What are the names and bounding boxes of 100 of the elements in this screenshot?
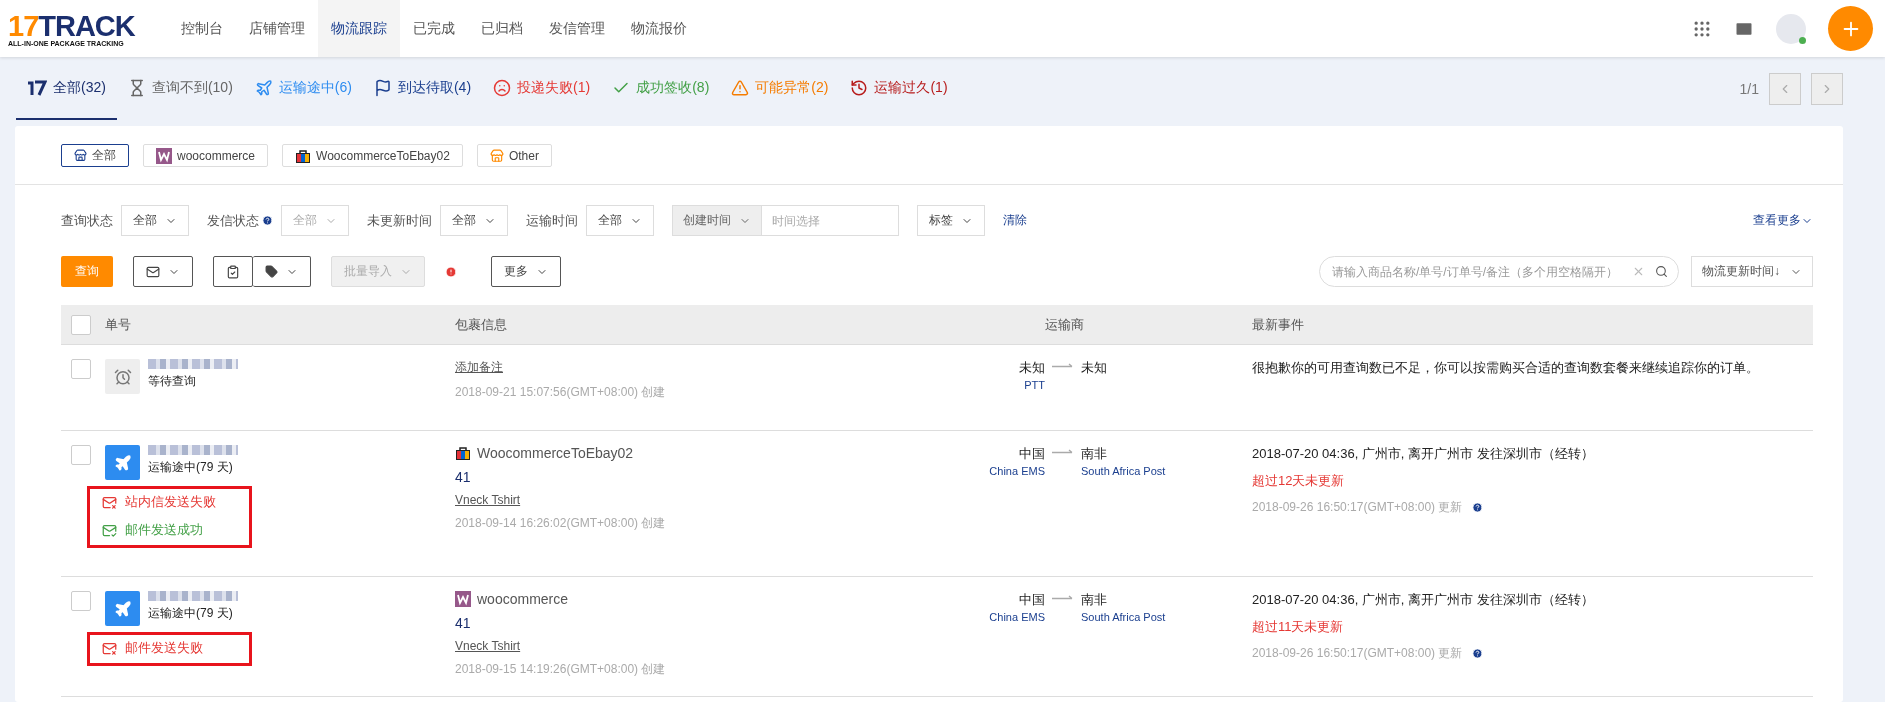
shopping-bag-icon — [455, 445, 471, 461]
date-mode-dropdown[interactable]: 创建时间 — [673, 206, 762, 235]
tracking-status: 运输途中(79 天) — [148, 459, 234, 476]
plane-icon — [105, 445, 140, 480]
filter-dropdown[interactable]: 全部 — [440, 205, 508, 236]
row-checkbox[interactable] — [71, 359, 91, 379]
clear-link[interactable]: 清除 — [1003, 212, 1027, 229]
nav-item[interactable]: 发信管理 — [536, 0, 618, 57]
latest-event: 2018-07-20 04:36, 广州市, 离开广州市 发往深圳市（经转） — [1252, 445, 1595, 463]
page-indicator: 1/1 — [1739, 80, 1759, 97]
tag-icon — [265, 265, 278, 278]
quantity: 41 — [455, 469, 472, 485]
filter-label: 运输时间 — [526, 211, 578, 230]
filter-dropdown[interactable]: 全部 — [586, 205, 654, 236]
updated-time: 2018-09-26 16:50:17(GMT+08:00) 更新 — [1252, 499, 1463, 516]
woocommerce-logo-icon — [156, 147, 172, 164]
transit-icon — [254, 78, 273, 97]
mail-x-icon — [102, 640, 117, 656]
origin-country: 中国 — [1019, 445, 1045, 463]
status-tab[interactable]: 到达待取(4) — [362, 57, 483, 120]
filter-label: 未更新时间 — [367, 211, 432, 230]
updated-time: 2018-09-26 16:50:17(GMT+08:00) 更新 — [1252, 645, 1463, 662]
quantity: 41 — [455, 615, 472, 631]
tracking-status: 等待查询 — [148, 373, 197, 390]
row-checkbox[interactable] — [71, 591, 91, 611]
nav-item[interactable]: 已完成 — [400, 0, 468, 57]
add-note-link[interactable]: 添加备注 — [455, 359, 895, 376]
nav-item[interactable]: 已归档 — [468, 0, 536, 57]
date-filter[interactable]: 创建时间 时间选择 — [672, 205, 899, 236]
destination-country: 南非 — [1081, 591, 1107, 609]
product-link[interactable]: Vneck Tshirt — [455, 493, 895, 507]
origin-carrier: China EMS — [989, 465, 1045, 477]
plane-icon — [105, 591, 140, 626]
arrow-icon — [1052, 363, 1074, 370]
nav-item[interactable]: 店铺管理 — [236, 0, 318, 57]
send-mail-dropdown[interactable] — [133, 256, 193, 287]
column-header: 运输商 — [1044, 315, 1085, 334]
created-time: 2018-09-15 14:19:26(GMT+08:00) 创建 — [455, 661, 667, 678]
online-status-dot — [1799, 36, 1806, 44]
store-icon — [489, 148, 504, 163]
search-icon[interactable] — [1655, 265, 1668, 278]
status-tab[interactable]: 查询不到(10) — [116, 57, 244, 120]
clipboard-button[interactable] — [213, 256, 253, 287]
store-filter-button[interactable]: 全部 — [61, 144, 129, 167]
update-warning: 超过11天未更新 — [1252, 618, 1345, 636]
store-filter-button[interactable]: woocommerce — [143, 144, 269, 167]
previous-page-button[interactable] — [1769, 72, 1801, 105]
pickup-icon — [373, 78, 392, 97]
see-more-link[interactable]: 查看更多 — [1753, 212, 1813, 229]
help-icon — [1472, 648, 1484, 659]
tag-dropdown[interactable]: 标签 — [917, 205, 985, 236]
tag-menu-button[interactable] — [253, 256, 311, 287]
logo-icon — [27, 79, 47, 96]
arrow-icon — [1052, 595, 1074, 602]
nav-item[interactable]: 控制台 — [168, 0, 236, 57]
shopping-bag-icon — [295, 147, 312, 164]
arrow-icon — [1052, 449, 1074, 456]
status-tab[interactable]: 运输过久(1) — [839, 57, 959, 120]
more-button[interactable]: 更多 — [491, 256, 561, 287]
mail-x-icon — [102, 494, 117, 510]
tracking-status: 运输途中(79 天) — [148, 605, 234, 622]
clear-icon[interactable] — [1632, 265, 1645, 278]
status-tab[interactable]: 全部(32) — [16, 57, 117, 120]
destination-country: 南非 — [1081, 445, 1107, 463]
add-button[interactable] — [1828, 6, 1873, 51]
filter-dropdown[interactable]: 全部 — [121, 205, 189, 236]
product-link[interactable]: Vneck Tshirt — [455, 639, 895, 653]
filter-label: 发信状态 — [207, 211, 273, 230]
alarm-clock-icon — [105, 359, 140, 394]
origin-country: 未知 — [1019, 359, 1045, 377]
destination-carrier: South Africa Post — [1081, 611, 1166, 623]
help-icon — [262, 215, 273, 226]
destination-country: 未知 — [1081, 359, 1107, 377]
update-warning: 超过12天未更新 — [1252, 472, 1346, 490]
alert-icon — [445, 265, 457, 278]
column-header: 最新事件 — [1252, 315, 1305, 334]
failed-icon — [493, 78, 512, 97]
expired-icon — [850, 78, 869, 97]
store-icon — [74, 149, 87, 162]
logo-wordmark: 17TRACK — [8, 12, 136, 40]
store-name: WoocommerceToEbay02 — [455, 445, 895, 461]
avatar[interactable] — [1776, 13, 1806, 44]
status-tab[interactable]: 投递失败(1) — [482, 57, 602, 120]
store-filter-button[interactable]: WoocommerceToEbay02 — [282, 144, 463, 167]
sort-dropdown[interactable]: 物流更新时间↓ — [1691, 256, 1813, 287]
nav-item[interactable]: 物流跟踪 — [318, 0, 400, 57]
latest-event: 很抱歉你的可用查询数已不足，你可以按需购买合适的查询数套餐来继续追踪你的订单。 — [1252, 359, 1760, 377]
row-checkbox[interactable] — [71, 445, 91, 465]
column-header: 单号 — [105, 315, 132, 334]
notification-status: 邮件发送失败 — [102, 639, 237, 657]
nav-item[interactable]: 物流报价 — [618, 0, 700, 57]
origin-carrier: PTT — [1024, 379, 1045, 391]
destination-carrier: South Africa Post — [1081, 465, 1166, 477]
created-time: 2018-09-21 15:07:56(GMT+08:00) 创建 — [455, 384, 667, 401]
select-all-checkbox[interactable] — [71, 314, 91, 335]
store-filter-button[interactable]: Other — [476, 144, 552, 167]
help-icon — [1472, 502, 1484, 513]
filter-label: 查询状态 — [61, 211, 113, 230]
next-page-button[interactable] — [1811, 72, 1843, 105]
mail-check-icon — [102, 522, 117, 538]
